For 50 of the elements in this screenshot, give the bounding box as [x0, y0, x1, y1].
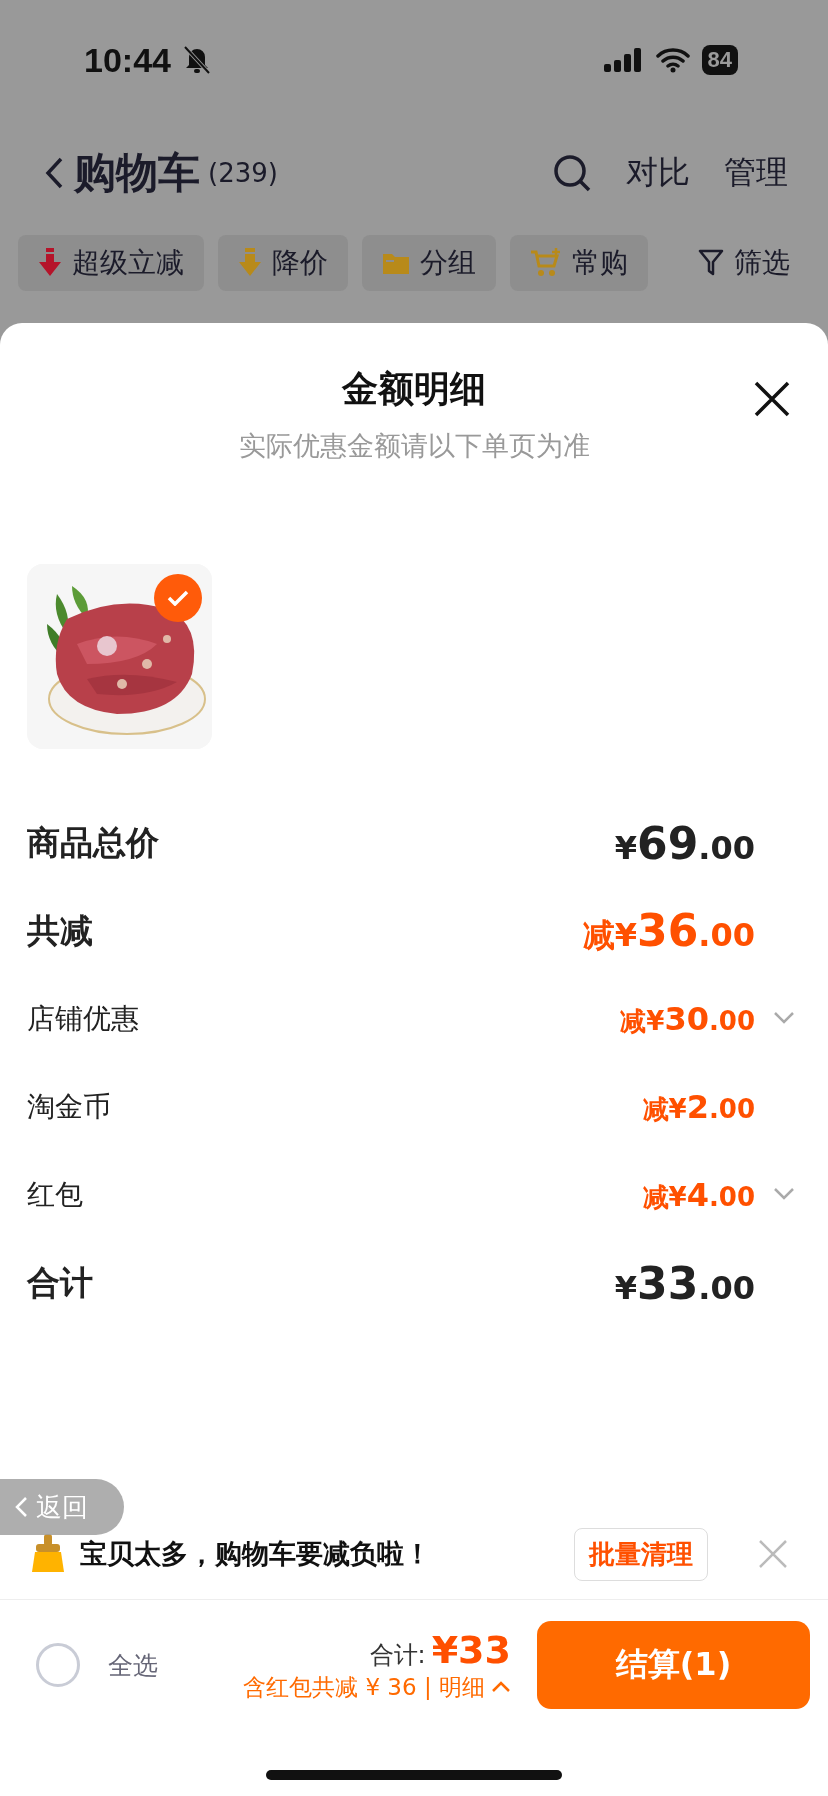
signal-icon [603, 46, 644, 74]
notice-text: 宝贝太多，购物车要减负啦！ [80, 1537, 431, 1571]
total-label: 合计: [369, 1639, 426, 1671]
cart-count: (239) [208, 157, 278, 188]
down-arrow-icon [38, 248, 62, 278]
chevron-down-icon[interactable] [773, 1187, 795, 1201]
discount-detail-link[interactable]: 含红包共减 ¥ 36 | 明细 [243, 1671, 485, 1703]
checkout-button[interactable]: 结算(1) [537, 1621, 810, 1709]
folder-icon [382, 251, 410, 275]
price-label: 共减 [27, 909, 93, 952]
sheet-subtitle: 实际优惠金额请以下单页为准 [238, 429, 590, 463]
select-all-radio[interactable] [36, 1643, 80, 1687]
chevron-up-icon[interactable] [491, 1681, 511, 1693]
price-amount: 减¥2.00 [642, 1087, 755, 1127]
price-amount: 减¥4.00 [642, 1175, 755, 1215]
back-icon [14, 1496, 28, 1518]
chevron-down-icon[interactable] [773, 1011, 795, 1025]
search-icon[interactable] [552, 152, 592, 193]
wifi-icon [655, 47, 690, 73]
muted-bell-icon [182, 45, 211, 75]
price-amount: 减¥36.00 [582, 904, 755, 958]
page-title: 购物车 [74, 146, 200, 199]
battery-level: 84 [701, 45, 738, 75]
price-label: 红包 [27, 1177, 83, 1213]
price-label: 商品总价 [27, 821, 159, 864]
filter-chip[interactable]: 降价 [218, 235, 348, 291]
filter-chip[interactable]: 分组 [362, 235, 496, 291]
down-arrow-icon [238, 248, 262, 278]
nav-action[interactable]: 对比 [626, 150, 690, 195]
price-label: 淘金币 [27, 1089, 111, 1125]
nav-action[interactable]: 管理 [724, 150, 788, 195]
total-amount: ¥33 [431, 1627, 511, 1672]
filter-chip[interactable]: 超级立减 [18, 235, 204, 291]
status-time: 10:44 [84, 40, 171, 80]
price-amount: 减¥30.00 [620, 999, 755, 1039]
close-icon[interactable] [758, 1539, 788, 1569]
price-label: 合计 [27, 1261, 93, 1304]
filter-chip[interactable]: 筛选 [678, 235, 810, 291]
batch-clean-button[interactable]: 批量清理 [574, 1527, 708, 1581]
back-icon[interactable] [44, 155, 64, 190]
filter-chip[interactable]: 常购 [510, 235, 648, 291]
price-amount: ¥69.00 [614, 817, 755, 869]
filter-icon [698, 249, 724, 277]
cart-icon [530, 248, 562, 278]
select-all-label: 全选 [108, 1649, 158, 1682]
price-amount: ¥33.00 [614, 1257, 755, 1309]
price-label: 店铺优惠 [27, 1001, 139, 1037]
sheet-title: 金额明细 [342, 367, 486, 411]
close-button[interactable] [752, 379, 792, 419]
broom-icon [30, 1534, 66, 1574]
